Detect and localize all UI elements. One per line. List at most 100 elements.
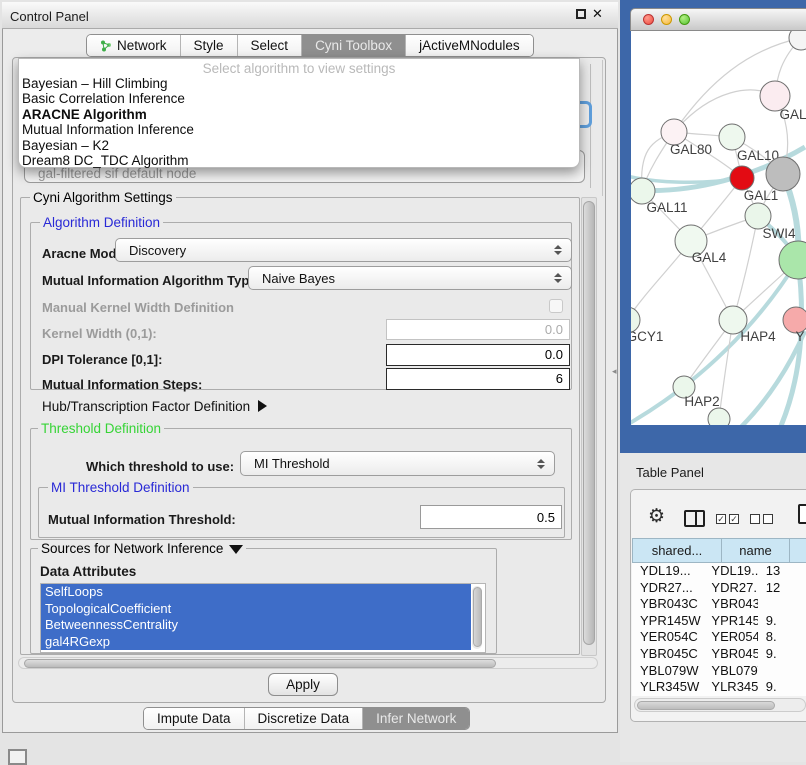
- algorithm-option[interactable]: Dream8 DC_TDC Algorithm: [19, 153, 579, 168]
- algorithm-dropdown-placeholder: Select algorithm to view settings: [19, 61, 579, 76]
- tab-label: Style: [194, 38, 224, 53]
- tab-impute-data[interactable]: Impute Data: [144, 708, 245, 729]
- table-horizontal-scrollbar-thumb[interactable]: [637, 701, 775, 710]
- tab-discretize-data[interactable]: Discretize Data: [245, 708, 364, 729]
- dpi-tolerance-field[interactable]: 0.0: [386, 344, 570, 366]
- network-window-titlebar[interactable]: [630, 8, 806, 31]
- zoom-window-icon[interactable]: [679, 14, 690, 25]
- table-row[interactable]: YDL19...YDL19...13: [632, 563, 806, 580]
- tab-jactivemnodules[interactable]: jActiveMNodules: [406, 35, 533, 56]
- tab-label: Discretize Data: [258, 711, 350, 726]
- table-row[interactable]: YLR345WYLR345W9.: [632, 679, 806, 696]
- manual-kernel-label: Manual Kernel Width Definition: [42, 300, 234, 315]
- kernel-width-field[interactable]: 0.0: [386, 319, 570, 340]
- control-panel-title: Control Panel: [10, 9, 89, 24]
- network-node-gal10[interactable]: [719, 124, 745, 150]
- table-cell: 9.: [758, 646, 806, 663]
- panel-divider-collapse-icon[interactable]: ◂: [612, 366, 617, 377]
- sources-title: Sources for Network Inference: [41, 541, 223, 556]
- tab-infer-network[interactable]: Infer Network: [363, 708, 469, 729]
- hub-definition-toggle[interactable]: Hub/Transcription Factor Definition: [42, 399, 267, 414]
- table-row[interactable]: YDR27...YDR27...12: [632, 580, 806, 597]
- algorithm-option[interactable]: Mutual Information Inference: [19, 122, 579, 137]
- tab-cyni-toolbox[interactable]: Cyni Toolbox: [302, 35, 406, 56]
- table-cell: YDL19...: [632, 563, 703, 580]
- panel-border-fragment: [602, 60, 603, 196]
- new-table-icon[interactable]: [798, 504, 806, 524]
- settings-horizontal-scrollbar-thumb[interactable]: [24, 659, 496, 668]
- tab-label: Infer Network: [376, 711, 456, 726]
- network-node-label: SWI4: [762, 226, 795, 241]
- network-edge[interactable]: [719, 320, 733, 419]
- which-threshold-combo[interactable]: MI Threshold: [240, 451, 555, 476]
- table-column-header[interactable]: name: [722, 538, 790, 563]
- network-node-label: GAL: [779, 107, 806, 122]
- table-column-header[interactable]: shared...: [632, 538, 722, 563]
- network-node-label: GAL1: [744, 188, 779, 203]
- network-node-label: Y: [795, 329, 804, 344]
- table-row[interactable]: YPR145WYPR145W9.: [632, 613, 806, 630]
- network-node-label: GCY1: [631, 329, 663, 344]
- column-browser-icon[interactable]: [684, 510, 705, 527]
- network-node[interactable]: [708, 408, 730, 425]
- table-cell: [758, 663, 806, 680]
- table-cell: YBR045C: [703, 646, 757, 663]
- network-node-gal1[interactable]: [730, 166, 754, 190]
- table-cell: YBL079W: [703, 663, 757, 680]
- algorithm-option[interactable]: Bayesian – Hill Climbing: [19, 76, 579, 91]
- algorithm-option[interactable]: ARACNE Algorithm: [19, 107, 579, 122]
- table-cell: YBR043C: [703, 596, 757, 613]
- table-row[interactable]: YBR045CYBR045C9.: [632, 646, 806, 663]
- control-panel-titlebar[interactable]: [2, 2, 618, 29]
- apply-button[interactable]: Apply: [268, 673, 338, 696]
- data-attribute-item[interactable]: TopologicalCoefficient: [41, 601, 471, 618]
- table-cell: YPR145W: [703, 613, 757, 630]
- settings-vertical-scrollbar-thumb[interactable]: [583, 201, 595, 645]
- tab-style[interactable]: Style: [181, 35, 238, 56]
- tab-label: Network: [117, 38, 167, 53]
- table-cell: YDR27...: [703, 580, 757, 597]
- network-node-label: GAL80: [670, 142, 712, 157]
- data-attribute-item[interactable]: gal4RGexp: [41, 634, 471, 651]
- data-attribute-item[interactable]: BetweennessCentrality: [41, 617, 471, 634]
- close-panel-icon[interactable]: ✕: [592, 6, 603, 22]
- network-node[interactable]: [789, 31, 806, 50]
- table-cell: YDR27...: [632, 580, 703, 597]
- table-row[interactable]: YBL079WYBL079W: [632, 663, 806, 680]
- show-all-columns-icon[interactable]: ✓✓: [716, 514, 739, 524]
- tab-select[interactable]: Select: [238, 35, 303, 56]
- network-node[interactable]: [766, 157, 800, 191]
- table-cell: 8.: [758, 629, 806, 646]
- data-attributes-list: SelfLoopsTopologicalCoefficientBetweenne…: [40, 583, 486, 653]
- algorithm-option[interactable]: Basic Correlation Inference: [19, 91, 579, 106]
- tab-network[interactable]: Network: [87, 35, 181, 56]
- mi-threshold-field[interactable]: 0.5: [420, 505, 562, 529]
- mi-steps-field[interactable]: 6: [386, 368, 570, 390]
- network-edge[interactable]: [733, 216, 758, 320]
- data-attribute-item[interactable]: SelfLoops: [41, 584, 471, 601]
- table-row[interactable]: YER054CYER054C8.: [632, 629, 806, 646]
- aracne-mode-combo[interactable]: Discovery: [115, 238, 572, 262]
- kernel-width-label: Kernel Width (0,1):: [42, 326, 157, 341]
- bottom-tabs: Impute Data Discretize Data Infer Network: [143, 707, 470, 730]
- mi-algorithm-type-value: Naive Bayes: [262, 271, 335, 286]
- sources-toggle[interactable]: Sources for Network Inference: [38, 541, 246, 556]
- attr-list-scrollbar[interactable]: [472, 586, 482, 649]
- gear-icon[interactable]: ⚙: [648, 505, 665, 528]
- hub-definition-label: Hub/Transcription Factor Definition: [42, 399, 250, 414]
- mi-algorithm-type-combo[interactable]: Naive Bayes: [248, 266, 572, 290]
- float-panel-icon[interactable]: [576, 9, 586, 19]
- table-column-header[interactable]: A: [790, 538, 806, 563]
- network-node-label: HAP4: [740, 329, 776, 344]
- hide-all-columns-icon[interactable]: [750, 514, 773, 524]
- table-header-row: shared...nameA: [632, 538, 806, 563]
- close-window-icon[interactable]: [643, 14, 654, 25]
- attr-list-scrollbar-thumb[interactable]: [473, 587, 482, 647]
- minimized-panel-icon[interactable]: [8, 749, 27, 765]
- algorithm-option[interactable]: Bayesian – K2: [19, 138, 579, 153]
- network-view-canvas[interactable]: GALGAL80GAL10GAL1GAL11SWI4GAL4GCY1HAP4YH…: [631, 31, 806, 425]
- minimize-window-icon[interactable]: [661, 14, 672, 25]
- table-row[interactable]: YBR043CYBR043C: [632, 596, 806, 613]
- control-panel-tabs: Network Style SelectCyni ToolboxjActiveMNo…: [86, 34, 534, 57]
- manual-kernel-checkbox[interactable]: [549, 299, 563, 313]
